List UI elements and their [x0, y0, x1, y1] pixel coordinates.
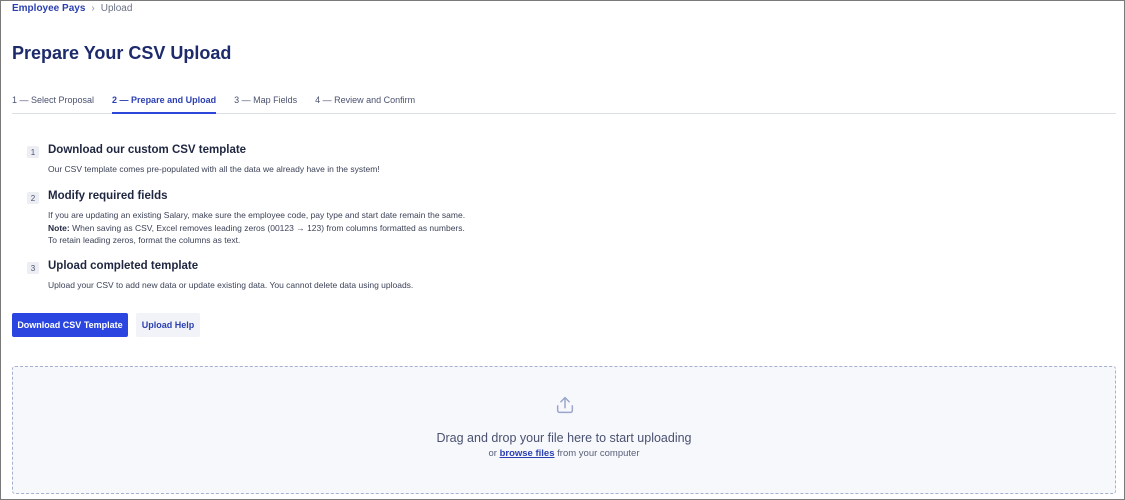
breadcrumb: Employee Pays › Upload: [12, 3, 132, 14]
tab-prepare-and-upload[interactable]: 2 — Prepare and Upload: [112, 91, 217, 114]
step-number: 1: [27, 146, 39, 158]
step-title: Modify required fields: [48, 190, 168, 202]
step-description: Our CSV template comes pre-populated wit…: [48, 164, 380, 174]
step-note-text: When saving as CSV, Excel removes leadin…: [48, 222, 465, 246]
download-csv-template-button[interactable]: Download CSV Template: [12, 313, 128, 337]
dropzone-prefix: or: [488, 448, 497, 459]
step-download-template: 1 Download our custom CSV template Our C…: [27, 143, 467, 176]
browse-files-link[interactable]: browse files: [500, 448, 555, 459]
step-title: Upload completed template: [48, 260, 199, 272]
upload-help-button[interactable]: Upload Help: [136, 313, 200, 337]
step-number: 3: [27, 262, 39, 274]
step-modify-fields: 2 Modify required fields If you are upda…: [27, 189, 467, 247]
step-description: If you are updating an existing Salary, …: [48, 209, 467, 247]
page-title: Prepare Your CSV Upload: [12, 43, 232, 63]
step-description: Upload your CSV to add new data or updat…: [48, 280, 414, 290]
file-dropzone[interactable]: Drag and drop your file here to start up…: [12, 366, 1116, 494]
breadcrumb-current: Upload: [100, 3, 133, 14]
tab-review-and-confirm[interactable]: 4 — Review and Confirm: [315, 91, 415, 114]
step-description-text: If you are updating an existing Salary, …: [48, 210, 466, 220]
note-label: Note:: [48, 222, 70, 233]
breadcrumb-separator-icon: ›: [91, 3, 95, 14]
wizard-tabs: 1 — Select Proposal 2 — Prepare and Uplo…: [12, 91, 1116, 114]
step-number: 2: [27, 192, 39, 204]
app-frame: Employee Pays › Upload Prepare Your CSV …: [0, 0, 1125, 500]
breadcrumb-employee-pays[interactable]: Employee Pays: [12, 3, 85, 14]
tab-select-proposal[interactable]: 1 — Select Proposal: [12, 91, 94, 114]
tab-map-fields[interactable]: 3 — Map Fields: [234, 91, 297, 114]
step-title: Download our custom CSV template: [48, 144, 247, 156]
upload-icon: [556, 396, 574, 414]
step-upload-template: 3 Upload completed template Upload your …: [27, 259, 467, 292]
dropzone-instructions: Drag and drop your file here to start up…: [436, 431, 692, 445]
dropzone-suffix: from your computer: [557, 448, 640, 459]
dropzone-browse-line: or browse files from your computer: [13, 448, 1115, 459]
